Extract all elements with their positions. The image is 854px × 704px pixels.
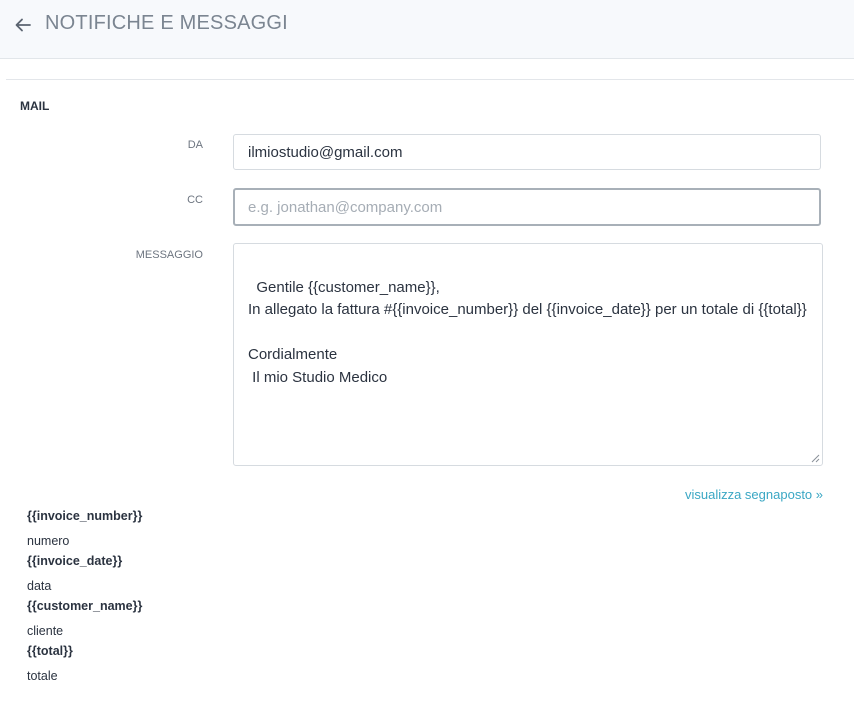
placeholder-description: totale xyxy=(27,669,58,683)
placeholder-item: {{invoice_date}} data xyxy=(27,553,327,594)
from-label: DA xyxy=(187,139,203,151)
page-title: NOTIFICHE E MESSAGGI xyxy=(45,12,288,34)
placeholder-token: {{customer_name}} xyxy=(27,599,143,613)
back-button[interactable] xyxy=(12,13,34,37)
placeholder-item: {{invoice_number}} numero xyxy=(27,508,327,549)
message-textarea[interactable]: Gentile {{customer_name}}, In allegato l… xyxy=(233,243,823,466)
from-field[interactable] xyxy=(233,134,821,170)
placeholder-description: cliente xyxy=(27,624,64,638)
message-text: Gentile {{customer_name}}, In allegato l… xyxy=(248,278,807,386)
placeholder-token: {{total}} xyxy=(27,644,73,658)
resize-grip-icon[interactable] xyxy=(810,453,820,463)
placeholder-item: {{customer_name}} cliente xyxy=(27,598,327,639)
message-label: MESSAGGIO xyxy=(135,249,203,261)
cc-field[interactable] xyxy=(233,188,821,226)
section-divider xyxy=(6,79,854,80)
section-label-mail: MAIL xyxy=(20,99,50,113)
placeholder-list: {{invoice_number}} numero {{invoice_date… xyxy=(27,508,327,684)
cc-label: CC xyxy=(187,194,203,206)
placeholder-item: {{total}} totale xyxy=(27,643,327,684)
placeholder-description: numero xyxy=(27,534,70,548)
header-bar: NOTIFICHE E MESSAGGI xyxy=(0,0,854,59)
placeholder-token: {{invoice_date}} xyxy=(27,554,123,568)
placeholder-token: {{invoice_number}} xyxy=(27,509,143,523)
arrow-left-icon xyxy=(15,18,31,32)
placeholder-description: data xyxy=(27,579,52,593)
show-placeholders-link[interactable]: visualizza segnaposto » xyxy=(685,487,823,502)
